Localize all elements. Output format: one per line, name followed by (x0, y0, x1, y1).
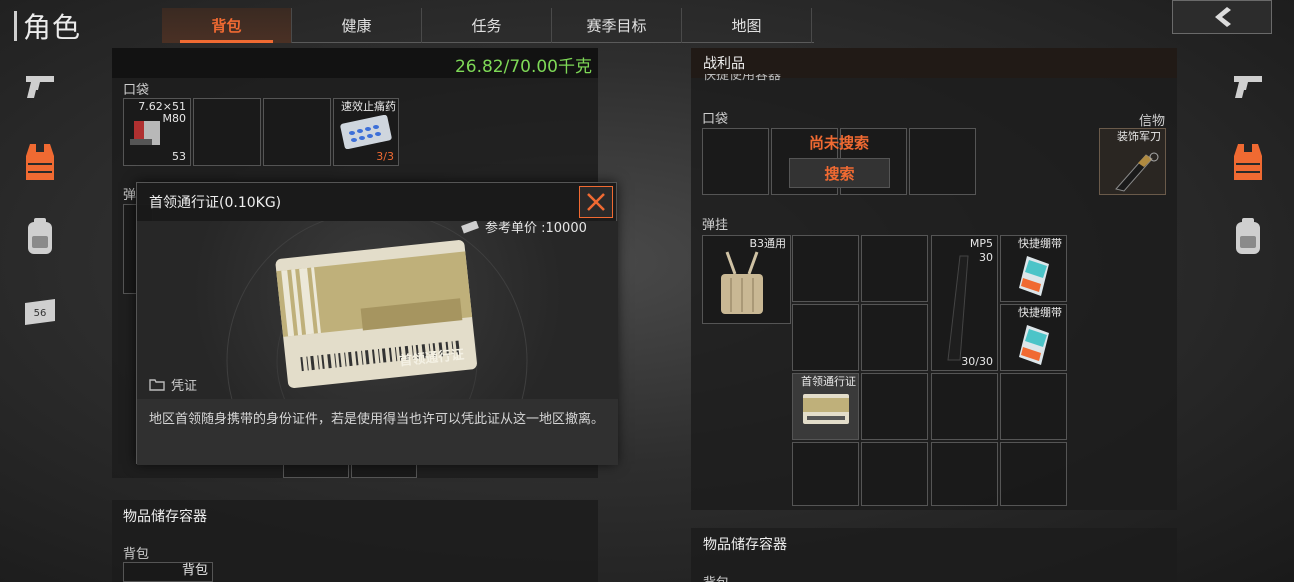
pill-pack-icon (340, 115, 392, 149)
item-detail-popup: 首领通行证(0.10KG) 首领通行证 参考单价 :10000 凭证 地区首领随… (136, 182, 618, 465)
rig-slot[interactable] (861, 373, 928, 440)
item-name: 7.62×51 M80 (138, 100, 186, 125)
page-title: 角色 (14, 8, 81, 44)
close-button[interactable] (579, 186, 613, 218)
loot-panel: 战利品 快捷使用容器 口袋 信物 尚未搜索 搜索 装饰军刀 弹挂 B3通用 MP… (691, 48, 1177, 510)
tab-label: 任务 (471, 17, 502, 35)
item-name: 首领通行证 (801, 375, 856, 388)
backpack-label: 背包 (123, 547, 150, 562)
rig-item-slot[interactable]: B3通用 (702, 235, 791, 324)
pistol-icon[interactable] (20, 66, 60, 106)
pocket-slot-empty[interactable] (263, 98, 331, 166)
pocket-label: 口袋 (702, 112, 729, 127)
knife-icon (1115, 152, 1159, 192)
folder-icon (149, 379, 165, 391)
tab-season-goals[interactable]: 赛季目标 (552, 8, 682, 43)
tab-backpack[interactable]: 背包 (162, 8, 292, 43)
pistol-icon[interactable] (1228, 66, 1268, 106)
rig-slot[interactable] (861, 235, 928, 302)
tab-health[interactable]: 健康 (292, 8, 422, 43)
pocket-slot-empty[interactable] (193, 98, 261, 166)
close-icon (587, 193, 605, 211)
rig-slot[interactable] (792, 235, 859, 302)
item-count: 30/30 (961, 355, 993, 368)
storage-header: 物品储存容器 (123, 509, 207, 525)
rig-slot[interactable] (931, 442, 998, 506)
pass-card-icon (803, 394, 849, 424)
item-name: 快捷绷带 (1018, 237, 1062, 250)
category-label: 凭证 (171, 379, 198, 394)
chest-rig-icon (721, 251, 763, 314)
bandage-slot[interactable]: 快捷绷带 (1000, 235, 1067, 302)
weight-readout: 26.82/70.00千克 (454, 57, 592, 77)
rig-slot[interactable] (1000, 442, 1067, 506)
back-button[interactable] (1172, 0, 1272, 34)
loot-pocket-slot[interactable] (702, 128, 769, 195)
keepsake-label: 信物 (1138, 114, 1165, 129)
loot-header-text: 战利品 (703, 56, 745, 72)
item-count: 3/3 (376, 150, 394, 163)
tab-map[interactable]: 地图 (682, 8, 812, 43)
item-name: 速效止痛药 (341, 100, 396, 113)
coin-icon (461, 221, 479, 234)
tab-tasks[interactable]: 任务 (422, 8, 552, 43)
rig-slot[interactable] (792, 442, 859, 506)
storage-panel: 物品储存容器 背包 背包 (112, 500, 598, 582)
quick-use-label: 快捷使用容器 (703, 74, 782, 83)
loot-pocket-slot[interactable] (909, 128, 976, 195)
armband-icon[interactable]: 56 (20, 292, 60, 332)
keepsake-slot[interactable]: 装饰军刀 (1099, 128, 1166, 195)
magazine-slot[interactable]: MP5 30 30/30 (931, 235, 998, 371)
tab-label: 背包 (211, 17, 242, 35)
item-name: 装饰军刀 (1117, 130, 1161, 143)
rig-slot[interactable] (931, 373, 998, 440)
not-searched-label: 尚未搜索 (808, 134, 869, 152)
rig-slot[interactable] (861, 304, 928, 371)
backpack-icon[interactable] (20, 216, 60, 256)
storage-header: 物品储存容器 (703, 537, 787, 553)
tab-label: 赛季目标 (586, 17, 647, 35)
loot-storage-panel: 物品储存容器 背包 (691, 528, 1177, 582)
item-name: MP5 (969, 237, 993, 250)
svg-text:56: 56 (34, 308, 47, 319)
bandage-icon (1019, 325, 1049, 365)
rig-slot[interactable] (861, 442, 928, 506)
popup-title: 首领通行证(0.10KG) (149, 195, 282, 211)
pocket-slot-painkiller[interactable]: 速效止痛药 3/3 (333, 98, 399, 166)
price-label: 参考单价 :10000 (485, 221, 587, 236)
rig-label: 弹挂 (702, 218, 729, 233)
magazine-top-count: 30 (979, 251, 993, 264)
search-button[interactable]: 搜索 (789, 158, 890, 188)
title-bar-accent (14, 11, 17, 41)
vest-icon[interactable] (1228, 142, 1268, 182)
item-count: 53 (172, 150, 186, 163)
category-row: 凭证 (149, 375, 197, 394)
tab-label: 健康 (341, 17, 372, 35)
popup-description: 地区首领随身携带的身份证件，若是使用得当也许可以凭此证从这一地区撤离。 (137, 399, 618, 465)
rig-slot[interactable] (1000, 373, 1067, 440)
pocket-label: 口袋 (123, 83, 150, 98)
back-chevron-icon (1215, 7, 1231, 27)
pass-slot[interactable]: 首领通行证 (792, 373, 859, 440)
slot-label: 背包 (181, 563, 208, 578)
item-name: 快捷绷带 (1018, 306, 1062, 319)
rig-label: 弹 (123, 188, 137, 203)
vest-icon[interactable] (20, 142, 60, 182)
bandage-icon (1019, 256, 1049, 296)
bandage-slot[interactable]: 快捷绷带 (1000, 304, 1067, 371)
tab-label: 地图 (731, 17, 762, 35)
item-name: B3通用 (749, 237, 786, 250)
page-title-text: 角色 (23, 11, 82, 44)
pocket-slot-ammo[interactable]: 7.62×51 M80 53 (123, 98, 191, 166)
backpack-label: 背包 (703, 572, 729, 582)
tab-bar: 背包 健康 任务 赛季目标 地图 (162, 8, 814, 43)
rig-slot[interactable] (792, 304, 859, 371)
popup-preview: 首领通行证 参考单价 :10000 凭证 (137, 221, 618, 399)
magazine-icon (947, 255, 969, 361)
backpack-slot[interactable]: 背包 (123, 562, 213, 582)
item-preview-image (226, 221, 528, 399)
backpack-icon[interactable] (1228, 216, 1268, 256)
